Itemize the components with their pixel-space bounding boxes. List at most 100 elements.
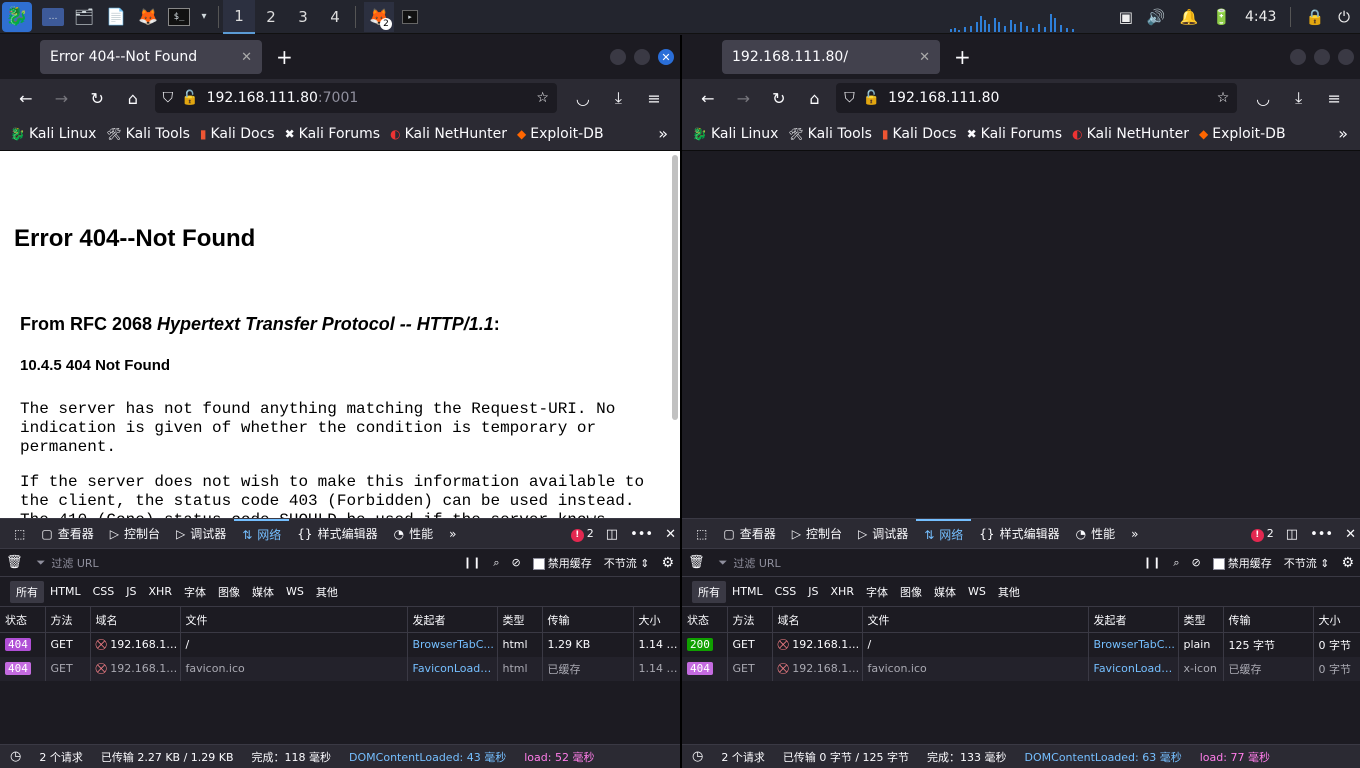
- bookmark-kali-docs[interactable]: ▮ Kali Docs: [200, 126, 275, 142]
- menu-hamburger-icon[interactable]: ≡: [1316, 89, 1352, 108]
- bookmark-kali-nethunter[interactable]: ◐ Kali NetHunter: [1072, 126, 1189, 142]
- shield-icon[interactable]: ⛉: [844, 90, 855, 106]
- more-options-icon[interactable]: •••: [630, 527, 653, 542]
- tab-network[interactable]: ⇅ 网络: [234, 518, 290, 549]
- tab-debugger[interactable]: ▷ 调试器: [850, 519, 916, 549]
- notification-bell-icon[interactable]: 🔔: [1180, 8, 1199, 26]
- new-tab-button[interactable]: +: [276, 45, 293, 69]
- type-ws[interactable]: WS: [280, 582, 310, 601]
- back-arrow-icon[interactable]: ←: [690, 89, 726, 108]
- back-arrow-icon[interactable]: ←: [8, 89, 44, 108]
- table-row[interactable]: 200 GET ⛒ 192.168.111... / BrowserTabC..…: [682, 632, 1360, 657]
- search-icon[interactable]: ⌕: [1173, 556, 1179, 570]
- lock-icon[interactable]: 🔒: [1305, 8, 1324, 26]
- close-devtools-icon[interactable]: ✕: [1345, 527, 1356, 542]
- column-header-size[interactable]: 大小: [633, 606, 680, 633]
- more-tabs-icon[interactable]: »: [441, 519, 464, 549]
- close-icon[interactable]: ✕: [241, 50, 252, 65]
- bookmark-star-icon[interactable]: ☆: [1217, 90, 1230, 106]
- home-icon[interactable]: ⌂: [797, 89, 833, 108]
- initiator-link[interactable]: BrowserTabC...: [407, 632, 498, 657]
- dock-side-icon[interactable]: ◫: [1286, 527, 1298, 542]
- error-count[interactable]: ! 2: [1250, 527, 1274, 542]
- filter-url-input[interactable]: ⏷ 过滤 URL: [713, 549, 1135, 576]
- element-picker-icon[interactable]: ⬚: [6, 519, 33, 549]
- tab-error-404[interactable]: Error 404--Not Found ✕: [40, 40, 262, 74]
- chevron-down-icon[interactable]: ▾: [198, 5, 210, 29]
- dock-side-icon[interactable]: ◫: [606, 527, 618, 542]
- type-fonts[interactable]: 字体: [178, 581, 212, 603]
- reload-icon[interactable]: ↻: [79, 89, 115, 108]
- type-html[interactable]: HTML: [726, 582, 769, 601]
- tab-style-editor[interactable]: {} 样式编辑器: [971, 519, 1067, 549]
- clock[interactable]: 4:43: [1245, 9, 1276, 25]
- block-icon[interactable]: ⊘: [512, 556, 521, 569]
- timer-icon[interactable]: ◷: [692, 749, 703, 764]
- bookmark-star-icon[interactable]: ☆: [536, 90, 549, 106]
- download-icon[interactable]: ⤓: [601, 88, 637, 108]
- page-scrollbar[interactable]: [672, 155, 678, 420]
- type-html[interactable]: HTML: [44, 582, 87, 601]
- pocket-icon[interactable]: ◡: [1245, 89, 1281, 108]
- settings-gear-icon[interactable]: ⚙: [661, 555, 674, 571]
- type-images[interactable]: 图像: [212, 581, 246, 603]
- workspace-1[interactable]: 1: [223, 0, 255, 34]
- menu-hamburger-icon[interactable]: ≡: [636, 89, 672, 108]
- throttle-select[interactable]: 不节流 ⇕: [604, 555, 650, 571]
- type-js[interactable]: JS: [802, 582, 824, 601]
- url-bar[interactable]: ⛉ 🔓 192.168.111.80 ☆: [836, 83, 1238, 113]
- tab-inspector[interactable]: ▢ 查看器: [33, 519, 101, 549]
- bookmark-kali-tools[interactable]: 🛠 Kali Tools: [788, 126, 871, 142]
- close-devtools-icon[interactable]: ✕: [665, 527, 676, 542]
- column-header-transfer[interactable]: 传输: [1223, 606, 1314, 633]
- display-icon[interactable]: ▣: [1119, 8, 1133, 26]
- type-media[interactable]: 媒体: [246, 581, 280, 603]
- type-fonts[interactable]: 字体: [860, 581, 894, 603]
- bookmarks-overflow-icon[interactable]: »: [1338, 124, 1348, 143]
- close-icon[interactable]: ✕: [919, 50, 930, 65]
- workspace-4[interactable]: 4: [319, 0, 351, 34]
- initiator-link[interactable]: FaviconLoade...: [407, 656, 498, 681]
- type-css[interactable]: CSS: [87, 582, 121, 601]
- bookmark-kali-tools[interactable]: 🛠 Kali Tools: [106, 126, 189, 142]
- column-header-transfer[interactable]: 传输: [542, 606, 634, 633]
- logout-icon[interactable]: ⏻: [1338, 8, 1350, 26]
- bookmarks-overflow-icon[interactable]: »: [658, 124, 668, 143]
- type-media[interactable]: 媒体: [928, 581, 962, 603]
- block-icon[interactable]: ⊘: [1192, 556, 1201, 569]
- column-header-initiator[interactable]: 发起者: [1088, 606, 1179, 633]
- text-editor-icon[interactable]: 📄: [104, 5, 128, 29]
- disable-cache-checkbox[interactable]: 禁用缓存: [1212, 555, 1272, 571]
- column-header-method[interactable]: 方法: [727, 606, 773, 633]
- search-icon[interactable]: ⌕: [493, 556, 499, 570]
- tab-style-editor[interactable]: {} 样式编辑器: [289, 519, 385, 549]
- column-header-domain[interactable]: 域名: [772, 606, 863, 633]
- pause-icon[interactable]: ❙❙: [1143, 556, 1161, 569]
- tab-performance[interactable]: ◔ 性能: [1068, 519, 1124, 549]
- element-picker-icon[interactable]: ⬚: [688, 519, 715, 549]
- column-header-size[interactable]: 大小: [1313, 606, 1360, 633]
- column-header-file[interactable]: 文件: [180, 606, 408, 633]
- close-window-button[interactable]: [1338, 49, 1354, 65]
- bookmark-kali-forums[interactable]: ✖ Kali Forums: [967, 126, 1063, 142]
- bookmark-kali-linux[interactable]: 🐉 Kali Linux: [692, 126, 778, 142]
- table-row[interactable]: 404 GET ⛒ 192.168.111... favicon.ico Fav…: [0, 656, 680, 681]
- maximize-button[interactable]: [1314, 49, 1330, 65]
- trash-icon[interactable]: 🗑: [6, 555, 23, 570]
- initiator-link[interactable]: BrowserTabC...: [1088, 632, 1179, 657]
- type-all[interactable]: 所有: [692, 580, 726, 603]
- tab-console[interactable]: ▷ 控制台: [102, 519, 168, 549]
- tab-root[interactable]: 192.168.111.80/ ✕: [722, 40, 940, 74]
- terminal-launcher-icon[interactable]: $_: [168, 7, 190, 26]
- column-header-domain[interactable]: 域名: [90, 606, 181, 633]
- firefox-launcher-icon[interactable]: 🦊: [136, 5, 160, 29]
- type-other[interactable]: 其他: [310, 581, 344, 603]
- tab-debugger[interactable]: ▷ 调试器: [168, 519, 234, 549]
- tab-network[interactable]: ⇅ 网络: [916, 518, 972, 549]
- trash-icon[interactable]: 🗑: [688, 555, 705, 570]
- type-all[interactable]: 所有: [10, 580, 44, 603]
- minimize-button[interactable]: [1290, 49, 1306, 65]
- volume-icon[interactable]: 🔊: [1147, 8, 1166, 26]
- shield-icon[interactable]: ⛉: [163, 90, 174, 106]
- filter-url-input[interactable]: ⏷ 过滤 URL: [31, 549, 455, 576]
